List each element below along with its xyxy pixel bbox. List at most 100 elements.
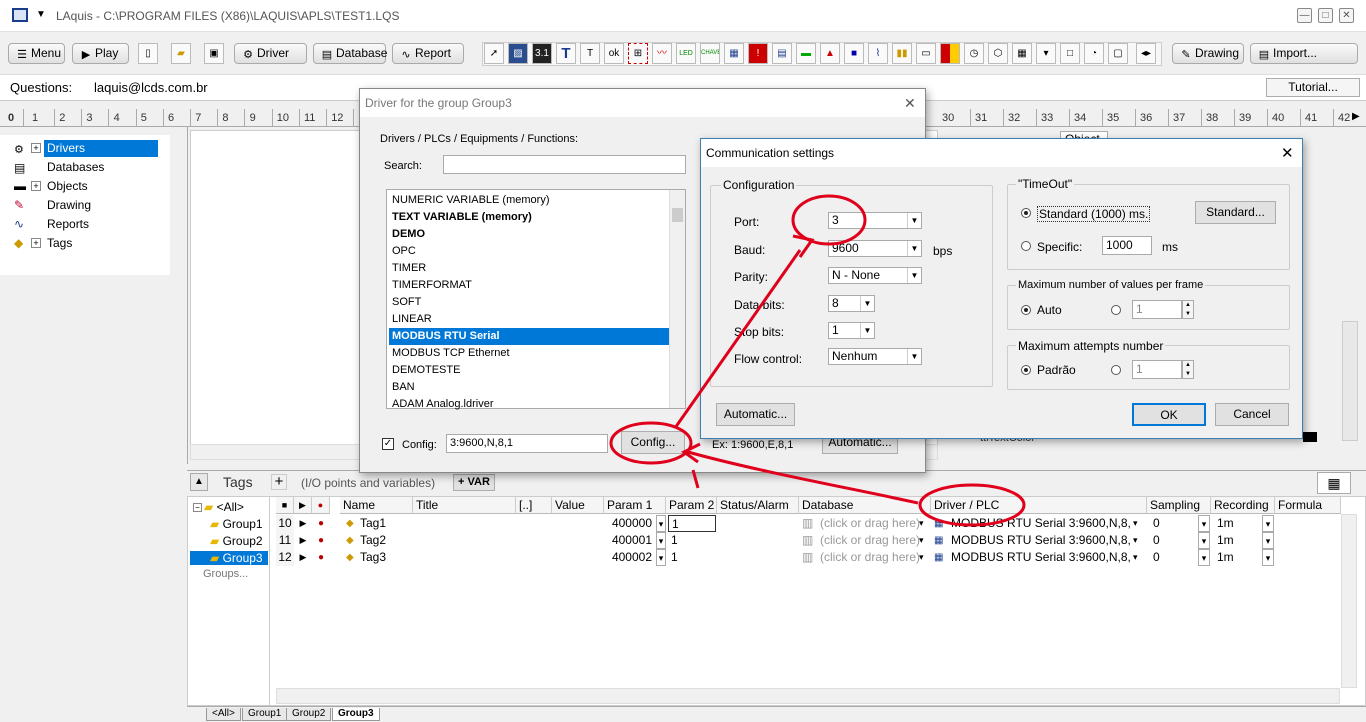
menu-button[interactable]: ☰ Menu bbox=[8, 43, 65, 64]
driver-list-item[interactable]: OPC bbox=[389, 243, 669, 260]
clock-icon[interactable]: ◷ bbox=[964, 43, 984, 64]
param1-value[interactable]: 400001 bbox=[604, 532, 656, 549]
sampling-value[interactable]: 0 bbox=[1150, 515, 1198, 532]
driver-dropdown-icon[interactable]: ▾ bbox=[1133, 515, 1145, 532]
config-checkbox[interactable]: ✓ bbox=[382, 438, 394, 450]
driver-list-item[interactable]: ADAM Analog.ldriver bbox=[389, 396, 669, 413]
driver-list-item[interactable]: TIMER bbox=[389, 260, 669, 277]
column-header-sampling[interactable]: Sampling bbox=[1147, 497, 1211, 514]
add-var-button[interactable]: + VAR bbox=[453, 474, 495, 491]
app-icon[interactable] bbox=[12, 8, 28, 22]
driver-dropdown-icon[interactable]: ▾ bbox=[1133, 549, 1145, 566]
record-icon[interactable]: ● bbox=[312, 549, 330, 566]
run-icon[interactable]: ▶ bbox=[294, 532, 312, 549]
drawing-button[interactable]: ✎ Drawing bbox=[1172, 43, 1244, 64]
ruler-right-arrow-icon[interactable]: ▶ bbox=[1352, 111, 1360, 122]
dial-icon[interactable]: ◔ bbox=[1084, 43, 1104, 64]
maxvalues-spinner[interactable]: ▲ ▼ bbox=[1182, 300, 1194, 319]
column-header-driver[interactable]: Driver / PLC bbox=[931, 497, 1147, 514]
minimize-button[interactable]: — bbox=[1297, 8, 1312, 23]
table-icon[interactable]: ▤ bbox=[772, 43, 792, 64]
database-dropdown-icon[interactable]: ▾ bbox=[919, 515, 929, 532]
report-button[interactable]: ∿ Report bbox=[392, 43, 464, 64]
ok-button[interactable]: OK bbox=[1132, 403, 1206, 426]
tag-name[interactable]: Tag3 bbox=[360, 549, 413, 566]
driver-dropdown-icon[interactable]: ▾ bbox=[1133, 532, 1145, 549]
param2-value[interactable]: 1 bbox=[668, 549, 716, 566]
tree-item-drivers[interactable]: ⚙ + Drivers bbox=[14, 140, 170, 157]
param2-value[interactable]: 1 bbox=[668, 532, 716, 549]
text-box-icon[interactable]: T bbox=[580, 43, 600, 64]
arrows-icon[interactable]: ◂▸ bbox=[1136, 43, 1156, 64]
param1-dropdown-icon[interactable]: ▾ bbox=[656, 532, 666, 549]
maximize-button[interactable]: □ bbox=[1318, 8, 1333, 23]
sampling-dropdown-icon[interactable]: ▾ bbox=[1198, 515, 1210, 532]
record-icon[interactable]: ● bbox=[312, 532, 330, 549]
column-header-value[interactable]: Value bbox=[552, 497, 604, 514]
driver-list-item[interactable]: MODBUS TCP Ethernet bbox=[389, 345, 669, 362]
gauge-bars-icon[interactable]: ▮▮ bbox=[892, 43, 912, 64]
standard-button[interactable]: Standard... bbox=[1195, 201, 1276, 224]
recording-dropdown-icon[interactable]: ▾ bbox=[1262, 549, 1274, 566]
group-all[interactable]: ▰ <All> bbox=[204, 500, 244, 514]
driver-list-item[interactable]: LINEAR bbox=[389, 311, 669, 328]
column-header-param1[interactable]: Param 1 bbox=[604, 497, 666, 514]
baud-select[interactable]: 9600 ▼ bbox=[828, 240, 922, 257]
bar-icon[interactable]: ▬ bbox=[796, 43, 816, 64]
column-header-status[interactable]: Status/Alarm bbox=[717, 497, 799, 514]
timeout-standard-radio[interactable] bbox=[1021, 208, 1031, 218]
sampling-dropdown-icon[interactable]: ▾ bbox=[1198, 532, 1210, 549]
param2-value[interactable]: 1 bbox=[668, 515, 716, 532]
database-placeholder[interactable]: (click or drag here) bbox=[820, 549, 920, 566]
stopbits-select[interactable]: 1 ▼ bbox=[828, 322, 875, 339]
chevron-down-icon[interactable]: ▼ bbox=[36, 9, 46, 20]
group-item-1[interactable]: ▰ Group1 bbox=[210, 517, 263, 531]
grid-icon[interactable]: ▦ bbox=[1012, 43, 1032, 64]
record-icon[interactable]: ● bbox=[312, 515, 330, 532]
driver-value[interactable]: MODBUS RTU Serial 3:9600,N,8,1 bbox=[951, 532, 1131, 549]
group-item-2[interactable]: ▰ Group2 bbox=[210, 534, 263, 548]
column-header-formula[interactable]: Formula bbox=[1275, 497, 1341, 514]
driver-list[interactable]: NUMERIC VARIABLE (memory) TEXT VARIABLE (… bbox=[386, 189, 686, 410]
tutorial-button[interactable]: Tutorial... bbox=[1266, 78, 1360, 97]
new-file-icon[interactable]: ▯ bbox=[138, 43, 158, 64]
chart-icon[interactable]: 〰 bbox=[652, 43, 672, 64]
display-icon[interactable]: 3.1 bbox=[532, 43, 552, 64]
param1-dropdown-icon[interactable]: ▾ bbox=[656, 515, 666, 532]
properties-scrollbar[interactable] bbox=[1342, 321, 1358, 441]
add-tag-button[interactable]: + bbox=[271, 474, 287, 490]
column-header-recording[interactable]: Recording bbox=[1211, 497, 1275, 514]
panel-icon[interactable]: ▦ bbox=[724, 43, 744, 64]
tree-item-databases[interactable]: ▤ Databases bbox=[14, 159, 170, 176]
close-button[interactable]: ✕ bbox=[1339, 8, 1354, 23]
grid-view-icon[interactable]: ▦ bbox=[1317, 472, 1351, 494]
maxattempts-default-radio[interactable] bbox=[1021, 365, 1031, 375]
recording-dropdown-icon[interactable]: ▾ bbox=[1262, 515, 1274, 532]
tag-name[interactable]: Tag1 bbox=[360, 515, 413, 532]
database-placeholder[interactable]: (click or drag here) bbox=[820, 515, 920, 532]
tank-icon[interactable]: ▲ bbox=[820, 43, 840, 64]
column-header-title[interactable]: Title bbox=[413, 497, 516, 514]
timeout-specific-radio[interactable] bbox=[1021, 241, 1031, 251]
close-icon[interactable]: ✕ bbox=[1281, 144, 1294, 162]
recording-value[interactable]: 1m bbox=[1214, 515, 1262, 532]
questions-email[interactable]: laquis@lcds.com.br bbox=[94, 80, 208, 95]
driver-list-item[interactable]: SOFT bbox=[389, 294, 669, 311]
comm-automatic-button[interactable]: Automatic... bbox=[716, 403, 795, 426]
sampling-dropdown-icon[interactable]: ▾ bbox=[1198, 549, 1210, 566]
square-icon[interactable]: □ bbox=[1060, 43, 1080, 64]
expand-icon[interactable]: + bbox=[31, 143, 41, 153]
input-object-icon[interactable]: ⊞ bbox=[628, 43, 648, 64]
recording-value[interactable]: 1m bbox=[1214, 549, 1262, 566]
driver-list-item[interactable]: BAN bbox=[389, 379, 669, 396]
maxattempts-spinner[interactable]: ▲ ▼ bbox=[1182, 360, 1194, 379]
tree-item-drawing[interactable]: ✎ Drawing bbox=[14, 197, 170, 214]
frame-icon[interactable]: ▢ bbox=[1108, 43, 1128, 64]
scrollbar-thumb[interactable] bbox=[672, 208, 683, 222]
driver-list-item[interactable]: MODBUS RTU Serial bbox=[389, 328, 669, 345]
database-placeholder[interactable]: (click or drag here) bbox=[820, 532, 920, 549]
recording-dropdown-icon[interactable]: ▾ bbox=[1262, 532, 1274, 549]
column-header-expand[interactable]: [..] bbox=[516, 497, 552, 514]
led-icon[interactable]: LED bbox=[676, 43, 696, 64]
column-header-record[interactable]: ● bbox=[312, 497, 330, 514]
